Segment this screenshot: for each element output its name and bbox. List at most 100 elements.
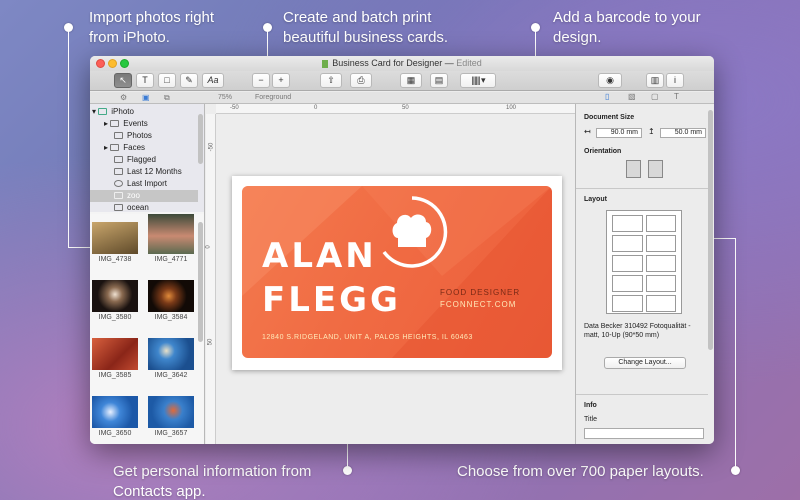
window-title: Business Card for Designer bbox=[332, 58, 443, 68]
source-item-last-12-months[interactable]: Last 12 Months bbox=[114, 166, 182, 178]
copy-icon[interactable]: ⧉ bbox=[164, 93, 170, 103]
sidebar-toggle-button[interactable]: ▥ bbox=[646, 73, 664, 88]
photo-thumb[interactable]: IMG_3585 bbox=[92, 338, 138, 379]
source-item-label: ocean bbox=[127, 203, 149, 212]
share-button[interactable]: ⇧ bbox=[320, 73, 342, 88]
portrait-orientation-button[interactable] bbox=[626, 160, 641, 178]
photo-thumb[interactable]: IMG_3584 bbox=[148, 280, 194, 321]
layout-preview[interactable] bbox=[606, 210, 682, 314]
source-item-ocean[interactable]: ocean bbox=[114, 202, 149, 214]
source-item-last-import[interactable]: Last Import bbox=[114, 178, 167, 190]
pen-tool-button[interactable]: ✎ bbox=[180, 73, 198, 88]
disclosure-icon[interactable]: ▾ bbox=[92, 107, 96, 116]
photo-thumb[interactable]: IMG_3642 bbox=[148, 338, 194, 379]
toolbar: ↖ T □ ✎ Aa − + ⇧ ⎙ ▦ ▤ |||||| ▾ ◉ ▥ i bbox=[90, 71, 714, 91]
paper-page: ALAN FLEGG FOOD DESIGNER FCONNECT.COM 12… bbox=[232, 176, 562, 370]
text-tool-button[interactable]: T bbox=[136, 73, 154, 88]
layout-heading: Layout bbox=[584, 196, 607, 203]
disclosure-icon[interactable]: ▸ bbox=[104, 143, 108, 152]
layout-cell bbox=[612, 295, 643, 312]
photo-thumb[interactable]: IMG_4771 bbox=[148, 214, 194, 263]
document-icon bbox=[322, 59, 329, 68]
photo-image bbox=[148, 214, 194, 254]
photo-thumb[interactable]: IMG_3580 bbox=[92, 280, 138, 321]
zoom-in-button[interactable]: + bbox=[272, 73, 290, 88]
barcode-button[interactable]: |||||| ▾ bbox=[460, 73, 496, 88]
source-list: ▾ iPhoto ▸ Events Photos ▸ Faces Flagged… bbox=[90, 104, 204, 214]
photo-thumb[interactable]: IMG_3657 bbox=[148, 396, 194, 437]
change-layout-button[interactable]: Change Layout... bbox=[604, 357, 686, 369]
info-button[interactable]: i bbox=[666, 73, 684, 88]
source-item-label: Faces bbox=[123, 143, 146, 152]
vertical-ruler: -50 0 50 bbox=[206, 114, 216, 444]
window-status: Edited bbox=[456, 58, 482, 68]
table-button[interactable]: ▦ bbox=[400, 73, 422, 88]
height-field[interactable]: 50.0 mm bbox=[660, 128, 706, 138]
source-item-label: Last 12 Months bbox=[127, 167, 182, 176]
document-tab-icon[interactable]: ▯ bbox=[605, 92, 609, 101]
layout-cell bbox=[645, 215, 676, 232]
lock-tab-icon[interactable]: ▢ bbox=[651, 92, 659, 101]
source-item-events[interactable]: ▸ Events bbox=[104, 118, 148, 130]
title-field[interactable] bbox=[584, 428, 704, 439]
font-button[interactable]: Aa bbox=[202, 73, 224, 88]
source-item-flagged[interactable]: Flagged bbox=[114, 154, 156, 166]
landscape-orientation-button[interactable] bbox=[648, 160, 663, 178]
layout-cell bbox=[612, 215, 643, 232]
photo-image bbox=[148, 280, 194, 312]
title-bar: Business Card for Designer — Edited bbox=[90, 56, 714, 71]
minimize-window-button[interactable] bbox=[108, 59, 117, 68]
photo-label: IMG_3657 bbox=[154, 430, 188, 437]
source-item-iphoto[interactable]: ▾ iPhoto bbox=[92, 106, 134, 118]
width-field[interactable]: 90.0 mm bbox=[596, 128, 642, 138]
zoom-select[interactable]: 75% bbox=[218, 94, 232, 101]
photo-grid-scrollbar[interactable] bbox=[198, 222, 203, 342]
ruler-tick: 50 bbox=[402, 105, 409, 111]
close-window-button[interactable] bbox=[96, 59, 105, 68]
layer-select[interactable]: Foreground bbox=[255, 94, 291, 101]
text-tab-icon[interactable]: T bbox=[674, 92, 679, 101]
source-item-zoo[interactable]: zoo bbox=[90, 190, 198, 202]
width-icon: ↤ bbox=[584, 127, 591, 136]
photo-image bbox=[92, 338, 138, 370]
print-button[interactable]: ⎙ bbox=[350, 73, 372, 88]
photo-label: IMG_3585 bbox=[98, 372, 132, 379]
design-canvas: -50 0 50 100 -50 0 50 ALAN FLEGG FOOD DE… bbox=[206, 104, 575, 444]
title-label: Title bbox=[584, 416, 597, 423]
camera-icon[interactable]: ▣ bbox=[142, 93, 150, 102]
photo-thumb[interactable]: IMG_4738 bbox=[92, 222, 138, 263]
layout-tab-icon[interactable]: ▧ bbox=[628, 92, 636, 101]
business-card[interactable]: ALAN FLEGG FOOD DESIGNER FCONNECT.COM 12… bbox=[242, 186, 552, 358]
zoom-window-button[interactable] bbox=[120, 59, 129, 68]
layout-cell bbox=[645, 275, 676, 292]
select-tool-button[interactable]: ↖ bbox=[114, 73, 132, 88]
inspector-panel: Document Size ↤ 90.0 mm ↥ 50.0 mm Orient… bbox=[575, 104, 714, 444]
iphoto-icon bbox=[98, 108, 108, 116]
source-item-faces[interactable]: ▸ Faces bbox=[104, 142, 145, 154]
disclosure-icon[interactable]: ▸ bbox=[104, 119, 108, 128]
ruler-tick: 0 bbox=[205, 245, 212, 249]
photos-icon bbox=[114, 132, 123, 140]
photo-image bbox=[92, 396, 138, 428]
shape-tool-button[interactable]: □ bbox=[158, 73, 176, 88]
card-address: 12840 S.RIDGELAND, UNIT A, PALOS HEIGHTS… bbox=[262, 334, 473, 341]
album-icon bbox=[114, 192, 123, 200]
photo-label: IMG_4738 bbox=[98, 256, 132, 263]
zoom-out-button[interactable]: − bbox=[252, 73, 270, 88]
callout-line-layouts bbox=[735, 238, 736, 468]
document-size-heading: Document Size bbox=[584, 114, 635, 121]
layout-cell bbox=[612, 235, 643, 252]
flag-icon bbox=[114, 156, 123, 164]
source-item-photos[interactable]: Photos bbox=[114, 130, 152, 142]
photo-label: IMG_3650 bbox=[98, 430, 132, 437]
preview-button[interactable]: ◉ bbox=[598, 73, 622, 88]
ruler-tick: -50 bbox=[208, 142, 215, 152]
inspector-scrollbar[interactable] bbox=[708, 110, 713, 350]
source-list-scrollbar[interactable] bbox=[198, 114, 203, 164]
caption-create: Create and batch print beautiful busines… bbox=[283, 9, 449, 46]
photo-label: IMG_3584 bbox=[154, 314, 188, 321]
divider bbox=[576, 188, 708, 189]
photo-thumb[interactable]: IMG_3650 bbox=[92, 396, 138, 437]
calendar-button[interactable]: ▤ bbox=[430, 73, 448, 88]
gear-icon[interactable]: ⚙ bbox=[120, 93, 127, 102]
